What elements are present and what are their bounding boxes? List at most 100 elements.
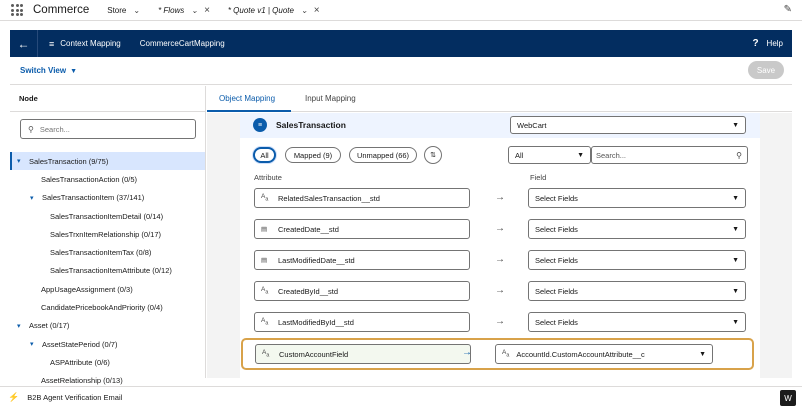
tree-item-label: SalesTransactionItemTax (0/8) (50, 248, 152, 258)
field-filter-select[interactable]: All ▼ (508, 146, 591, 164)
chevron-down-icon: ▼ (732, 318, 739, 326)
context-mapping-header: ← ≡ Context Mapping CommerceCartMapping … (10, 30, 792, 57)
tree-item-label: AssetStatePeriod (0/7) (42, 339, 118, 349)
close-icon[interactable]: × (314, 5, 320, 16)
chevron-down-icon[interactable]: ▾ (17, 322, 29, 330)
tree-item[interactable]: ▾ Asset (0/17) (10, 317, 205, 335)
tree-item[interactable]: SalesTransactionItemTax (0/8) (10, 243, 205, 261)
field-column-header: Field (530, 173, 547, 182)
node-search[interactable]: ⚲ (20, 119, 196, 139)
tree-item[interactable]: ASPAttribute (0/6) (10, 353, 205, 371)
tree-item-label: SalesTransactionItemDetail (0/14) (50, 211, 164, 221)
tree-item[interactable]: ▾ SalesTransactionItem (37/141) (10, 189, 205, 207)
context-mapping-icon: ≡ (49, 38, 55, 49)
attribute-field[interactable]: Aa CreatedById__std (254, 281, 470, 301)
node-search-input[interactable] (39, 124, 180, 134)
tree-item-label: SalesTransactionItem (37/141) (42, 193, 145, 203)
field-select[interactable]: Select Fields ▼ (528, 281, 746, 301)
arrow-right-icon: → (495, 316, 505, 327)
tab-object-mapping[interactable]: Object Mapping (219, 94, 275, 103)
app-name: Commerce (33, 4, 90, 16)
field-select[interactable]: Select Fields ▼ (528, 250, 746, 270)
switch-view-button[interactable]: Switch View ▼ (20, 66, 77, 75)
calendar-icon: ▤ (261, 226, 268, 233)
node-tree: ▾ SalesTransaction (9/75) SalesTransaction… (10, 152, 205, 390)
app-launcher-icon[interactable] (11, 4, 23, 16)
chevron-down-icon[interactable]: ⌄ (301, 6, 308, 15)
back-button[interactable]: ← (10, 30, 38, 57)
save-button[interactable]: Save (748, 61, 784, 79)
node-header: Node (19, 94, 38, 103)
arrow-right-icon: → (495, 192, 505, 203)
chevron-down-icon[interactable]: ⌄ (133, 6, 140, 15)
node-panel: Node ⚲ ▾SalesTransaction (9/75)SalesTran… (10, 86, 206, 385)
attribute-name: RelatedSalesTransaction__std (278, 193, 380, 203)
mapping-tabs: Object Mapping Input Mapping (207, 86, 792, 112)
tree-item[interactable]: ▾ SalesTransaction (9/75) (10, 152, 205, 171)
mapping-row: Aa CreatedById__std → Select Fields ▼ (240, 281, 760, 303)
tree-item-label: AppUsageAssignment (0/3) (41, 284, 133, 294)
attribute-field[interactable]: Aa LastModifiedById__std (254, 312, 470, 332)
utility-item[interactable]: B2B Agent Verification Email (27, 393, 122, 402)
lightning-icon: ⚡ (8, 392, 20, 402)
sort-icon[interactable]: ⇅ (424, 146, 442, 164)
mapping-name: CommerceCartMapping (139, 39, 225, 48)
edit-nav-icon[interactable]: ✎ (784, 4, 792, 15)
tree-item-label: SalesTrxnItemRelationship (0/17) (50, 229, 162, 239)
nav-tab-label: * Quote v1 | Quote (227, 5, 294, 15)
tree-item-label: SalesTransaction (9/75) (29, 156, 109, 166)
text-icon: Aa (261, 286, 269, 296)
attribute-field[interactable]: ▤ CreatedDate__std (254, 219, 470, 239)
attribute-field[interactable]: ▤ LastModifiedDate__std (254, 250, 470, 270)
nav-tab-quote[interactable]: * Quote v1 | Quote ⌄ × (228, 5, 320, 16)
nav-tab-store[interactable]: Store ⌄ (107, 6, 140, 15)
tree-item[interactable]: CandidatePricebookAndPriority (0/4) (10, 298, 205, 316)
tree-item-label: ASPAttribute (0/6) (50, 357, 110, 367)
mapping-row: Aa LastModifiedById__std → Select Fields ▼ (240, 312, 760, 334)
field-select[interactable]: Select Fields ▼ (528, 312, 746, 332)
chevron-down-icon[interactable]: ⌄ (191, 6, 198, 15)
text-icon: Aa (261, 193, 269, 203)
text-icon: Aa (261, 317, 269, 327)
active-tab-indicator (207, 110, 291, 112)
toolbar: Switch View ▼ Save (10, 57, 792, 85)
arrow-right-icon: → (462, 347, 472, 358)
chevron-down-icon[interactable]: ▾ (17, 157, 29, 165)
tree-item[interactable]: SalesTrxnItemRelationship (0/17) (10, 225, 205, 243)
tree-item[interactable]: ▾ AssetStatePeriod (0/7) (10, 335, 205, 353)
field-select[interactable]: Aa AccountId.CustomAccountAttribute__c ▼ (495, 344, 713, 364)
chevron-down-icon[interactable]: ▾ (30, 340, 42, 348)
arrow-right-icon: → (495, 254, 505, 265)
attribute-field[interactable]: Aa RelatedSalesTransaction__std (254, 188, 470, 208)
tree-item[interactable]: AppUsageAssignment (0/3) (10, 280, 205, 298)
tree-item[interactable]: SalesTransactionItemAttribute (0/12) (10, 262, 205, 280)
close-icon[interactable]: × (204, 5, 210, 16)
field-search[interactable]: Search... ⚲ (591, 146, 748, 164)
field-value: Select Fields (535, 193, 578, 203)
tree-item-label: AssetRelationship (0/13) (41, 376, 123, 386)
field-select[interactable]: Select Fields ▼ (528, 188, 746, 208)
field-search-placeholder: Search... (596, 150, 627, 160)
chevron-down-icon[interactable]: ▾ (30, 194, 42, 202)
filter-unmapped-button[interactable]: Unmapped (66) (349, 147, 417, 163)
nav-tab-flows[interactable]: * Flows ⌄ × (158, 5, 210, 16)
text-icon: Aa (502, 349, 510, 359)
target-object-select[interactable]: WebCart ▼ (510, 116, 746, 134)
help-button[interactable]: ? Help (752, 38, 783, 49)
tree-item[interactable]: SalesTransactionItemDetail (0/14) (10, 207, 205, 225)
field-select[interactable]: Select Fields ▼ (528, 219, 746, 239)
attribute-field[interactable]: Aa CustomAccountField (255, 344, 471, 364)
chevron-down-icon: ▼ (732, 287, 739, 295)
filter-all-button[interactable]: All (253, 147, 276, 163)
utility-bar: ⚡ B2B Agent Verification Email W (0, 386, 802, 408)
field-filter-value: All (515, 150, 524, 160)
tree-item-label: CandidatePricebookAndPriority (0/4) (41, 303, 163, 313)
field-value: Select Fields (535, 286, 578, 296)
tree-item[interactable]: SalesTransactionAction (0/5) (10, 170, 205, 188)
filter-mapped-button[interactable]: Mapped (9) (285, 147, 341, 163)
search-icon: ⚲ (736, 150, 742, 160)
switch-view-label: Switch View (20, 66, 67, 75)
w-badge-icon[interactable]: W (780, 390, 796, 406)
field-value: Select Fields (535, 224, 578, 234)
tab-input-mapping[interactable]: Input Mapping (305, 94, 356, 103)
